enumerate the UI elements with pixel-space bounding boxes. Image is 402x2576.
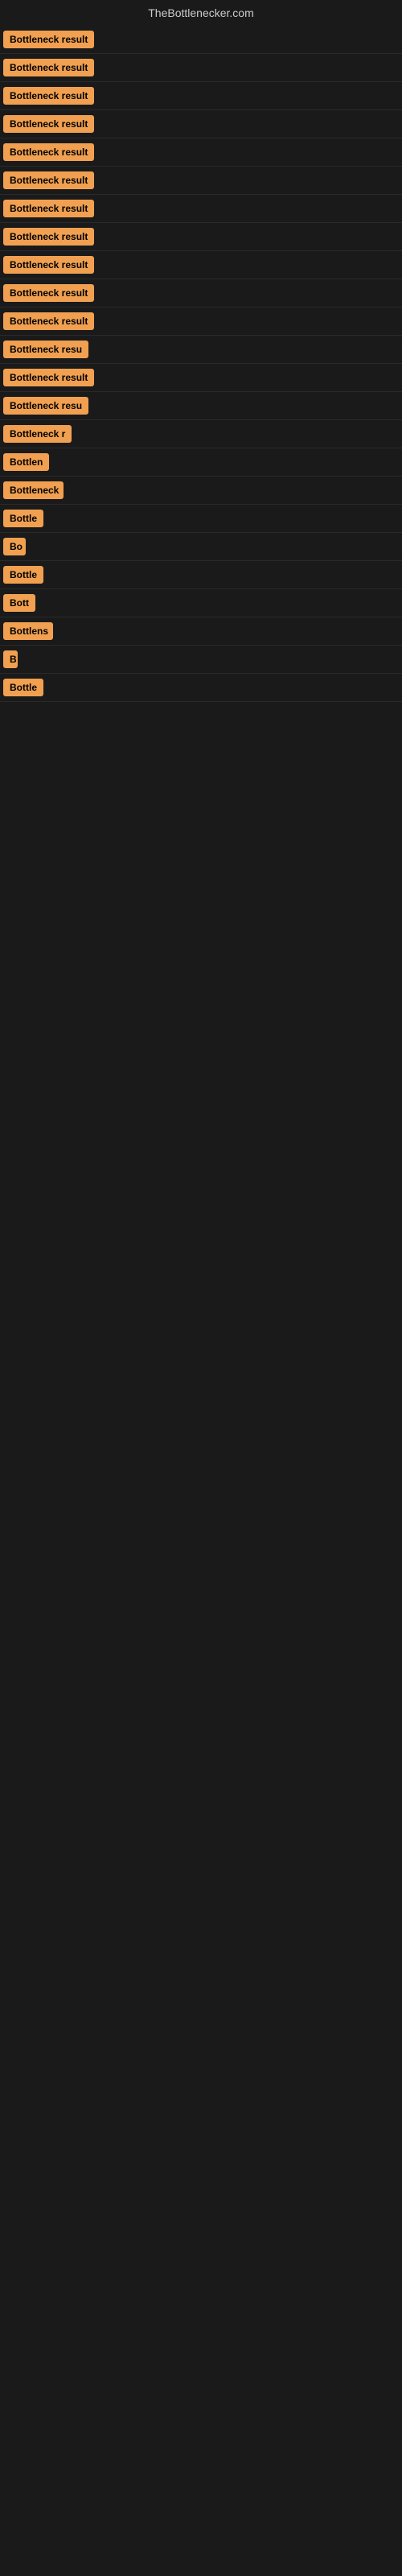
list-item: Bottleneck result [0,167,402,195]
bottleneck-badge[interactable]: Bottleneck [3,481,64,499]
list-item: Bottleneck result [0,110,402,138]
bottleneck-badge[interactable]: Bottleneck result [3,256,94,274]
bottleneck-badge[interactable]: Bott [3,594,35,612]
bottleneck-badge[interactable]: Bottleneck r [3,425,72,443]
list-item: Bottleneck result [0,251,402,279]
bottleneck-badge[interactable]: Bo [3,538,26,555]
bottleneck-badge[interactable]: Bottle [3,679,43,696]
bottleneck-badge[interactable]: Bottleneck result [3,171,94,189]
list-item: Bottleneck result [0,82,402,110]
list-item: Bottleneck resu [0,392,402,420]
bottleneck-badge[interactable]: Bottleneck result [3,143,94,161]
bottleneck-badge[interactable]: B [3,650,18,668]
bottleneck-badge[interactable]: Bottleneck resu [3,397,88,415]
list-item: Bottleneck result [0,364,402,392]
bottleneck-badge[interactable]: Bottleneck result [3,31,94,48]
bottleneck-badge[interactable]: Bottlen [3,453,49,471]
list-item: Bottleneck [0,477,402,505]
list-item: Bottlens [0,617,402,646]
list-item: Bottleneck r [0,420,402,448]
list-item: Bottleneck resu [0,336,402,364]
bottleneck-badge[interactable]: Bottleneck result [3,59,94,76]
site-header: TheBottlenecker.com [0,0,402,26]
bottleneck-badge[interactable]: Bottleneck resu [3,341,88,358]
bottleneck-badge[interactable]: Bottlens [3,622,53,640]
bottleneck-badge[interactable]: Bottleneck result [3,228,94,246]
badges-container: Bottleneck result Bottleneck result Bottle… [0,26,402,702]
list-item: Bottle [0,561,402,589]
list-item: Bo [0,533,402,561]
bottleneck-badge[interactable]: Bottle [3,566,43,584]
bottleneck-badge[interactable]: Bottleneck result [3,312,94,330]
bottleneck-badge[interactable]: Bottleneck result [3,284,94,302]
list-item: Bottle [0,505,402,533]
list-item: Bott [0,589,402,617]
list-item: Bottleneck result [0,54,402,82]
bottleneck-badge[interactable]: Bottleneck result [3,200,94,217]
bottleneck-badge[interactable]: Bottleneck result [3,87,94,105]
list-item: Bottle [0,674,402,702]
list-item: Bottleneck result [0,223,402,251]
list-item: B [0,646,402,674]
list-item: Bottleneck result [0,195,402,223]
list-item: Bottleneck result [0,279,402,308]
list-item: Bottleneck result [0,308,402,336]
bottleneck-badge[interactable]: Bottleneck result [3,369,94,386]
list-item: Bottleneck result [0,26,402,54]
list-item: Bottlen [0,448,402,477]
bottleneck-badge[interactable]: Bottleneck result [3,115,94,133]
list-item: Bottleneck result [0,138,402,167]
bottleneck-badge[interactable]: Bottle [3,510,43,527]
site-title: TheBottlenecker.com [0,0,402,26]
